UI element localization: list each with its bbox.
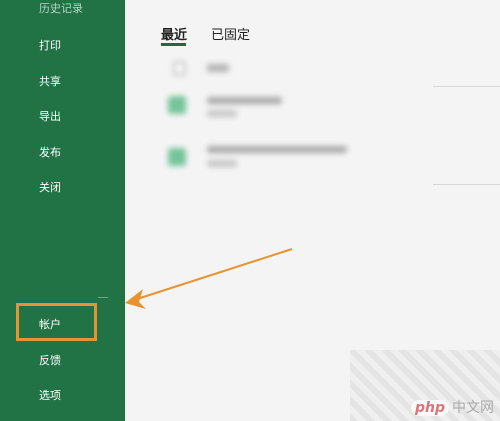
php-logo: php — [410, 400, 449, 416]
arrow-head — [125, 289, 146, 309]
watermark: php 中文网 — [350, 350, 500, 421]
watermark-label: 中文网 — [452, 400, 494, 416]
arrow-shaft — [133, 248, 293, 301]
watermark-text: php 中文网 — [410, 397, 494, 417]
